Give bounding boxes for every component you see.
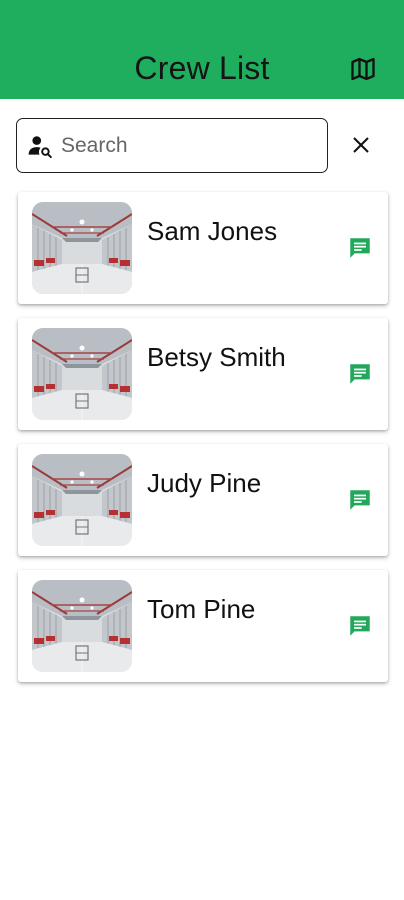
- app-bar: Crew List: [0, 0, 404, 99]
- crew-name: Sam Jones: [147, 216, 278, 246]
- person-search-icon: [28, 136, 52, 159]
- crew-photo: [32, 328, 132, 420]
- page-title: Crew List: [134, 50, 270, 86]
- crew-name: Judy Pine: [147, 468, 262, 498]
- crew-card[interactable]: Judy Pine: [18, 444, 388, 556]
- message-button[interactable]: [346, 486, 374, 514]
- crew-card[interactable]: Tom Pine: [18, 570, 388, 682]
- crew-name: Betsy Smith: [147, 342, 286, 372]
- map-icon: [351, 57, 375, 81]
- message-icon: [350, 490, 370, 510]
- crew-card[interactable]: Betsy Smith: [18, 318, 388, 430]
- message-icon: [350, 616, 370, 636]
- clear-search-button[interactable]: [346, 130, 376, 160]
- message-button[interactable]: [346, 234, 374, 262]
- message-icon: [350, 364, 370, 384]
- map-button[interactable]: [348, 54, 378, 84]
- close-icon: [353, 137, 369, 153]
- crew-card[interactable]: Sam Jones: [18, 192, 388, 304]
- search-input[interactable]: [61, 129, 321, 163]
- message-button[interactable]: [346, 612, 374, 640]
- search-field[interactable]: [16, 118, 328, 173]
- message-button[interactable]: [346, 360, 374, 388]
- crew-photo: [32, 202, 132, 294]
- crew-photo: [32, 454, 132, 546]
- message-icon: [350, 238, 370, 258]
- crew-photo: [32, 580, 132, 672]
- crew-name: Tom Pine: [147, 594, 256, 624]
